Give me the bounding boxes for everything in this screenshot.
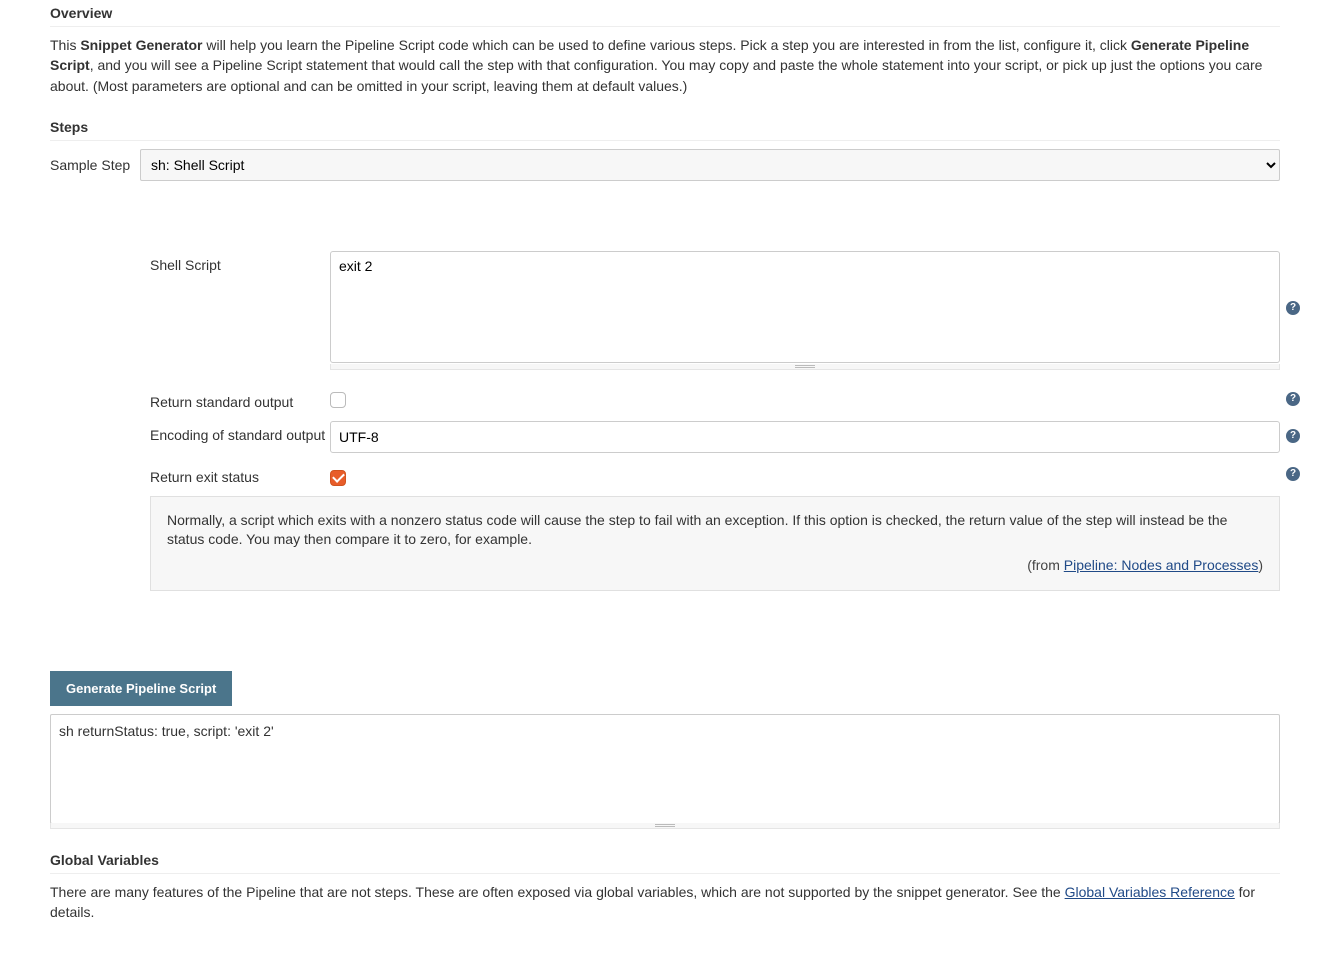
overview-text-mid1: will help you learn the Pipeline Script … [202, 37, 1130, 53]
overview-bold-snippet: Snippet Generator [80, 37, 202, 53]
shell-script-textarea[interactable]: exit 2 [330, 251, 1280, 363]
global-variables-heading: Global Variables [50, 847, 1280, 874]
overview-text: This Snippet Generator will help you lea… [50, 35, 1280, 96]
help-from-prefix: (from [1027, 557, 1064, 573]
encoding-input[interactable] [330, 421, 1280, 453]
help-panel-text: Normally, a script which exits with a no… [167, 511, 1263, 550]
global-variables-reference-link[interactable]: Global Variables Reference [1065, 884, 1235, 900]
steps-heading: Steps [50, 114, 1280, 141]
help-icon[interactable]: ? [1286, 301, 1300, 315]
textarea-resize-handle[interactable] [330, 364, 1280, 370]
help-icon[interactable]: ? [1286, 467, 1300, 481]
help-icon[interactable]: ? [1286, 392, 1300, 406]
help-from-suffix: ) [1258, 557, 1263, 573]
return-stdout-checkbox[interactable] [330, 392, 346, 408]
generate-pipeline-script-button[interactable]: Generate Pipeline Script [50, 671, 232, 706]
encoding-label: Encoding of standard output [150, 421, 330, 443]
return-status-label: Return exit status [150, 463, 330, 485]
generated-script-output[interactable]: sh returnStatus: true, script: 'exit 2' [50, 714, 1280, 824]
output-resize-handle[interactable] [50, 823, 1280, 829]
help-panel: Normally, a script which exits with a no… [150, 496, 1280, 591]
overview-text-pre: This [50, 37, 80, 53]
global-text-pre: There are many features of the Pipeline … [50, 884, 1065, 900]
sample-step-select[interactable]: sh: Shell Script [140, 149, 1280, 181]
global-variables-text: There are many features of the Pipeline … [50, 882, 1280, 923]
overview-text-mid2: , and you will see a Pipeline Script sta… [50, 57, 1262, 93]
sample-step-label: Sample Step [50, 149, 140, 173]
return-stdout-label: Return standard output [150, 388, 330, 410]
help-icon[interactable]: ? [1286, 429, 1300, 443]
return-status-checkbox[interactable] [330, 470, 346, 486]
overview-heading: Overview [50, 0, 1280, 27]
help-from-link[interactable]: Pipeline: Nodes and Processes [1064, 557, 1259, 573]
shell-script-label: Shell Script [150, 251, 330, 273]
